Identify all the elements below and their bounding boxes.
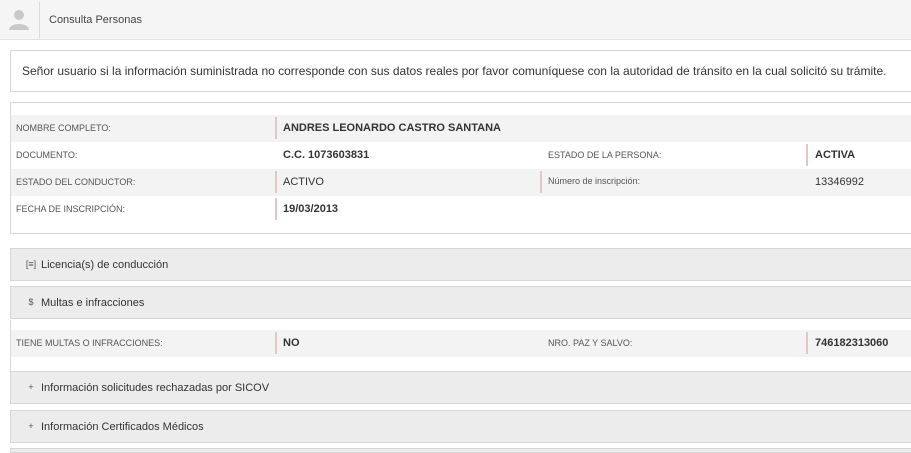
fines-panel-header[interactable]: $ Multas e infracciones xyxy=(10,286,911,319)
info-row-registration-date: FECHA DE INSCRIPCIÓN: 19/03/2013 xyxy=(11,196,911,223)
page-title: Consulta Personas xyxy=(49,14,142,26)
person-status-label: ESTADO DE LA PERSONA: xyxy=(548,150,662,160)
clearance-value: 746182313060 xyxy=(815,337,889,349)
notice-text: Señor usuario si la información suminist… xyxy=(22,64,887,78)
person-info-panel: NOMBRE COMPLETO: ANDRES LEONARDO CASTRO … xyxy=(10,102,911,234)
info-row-name: NOMBRE COMPLETO: ANDRES LEONARDO CASTRO … xyxy=(11,115,911,142)
header-divider xyxy=(39,2,40,38)
value-marker xyxy=(275,198,277,220)
driver-status-label: ESTADO DEL CONDUCTOR: xyxy=(16,177,136,187)
medical-panel-header[interactable]: + Información Certificados Médicos xyxy=(10,410,911,443)
registration-number-label: Número de inscripción: xyxy=(548,176,641,186)
notice-box: Señor usuario si la información suminist… xyxy=(10,50,911,92)
value-marker xyxy=(275,332,277,354)
clearance-label: NRO. PAZ Y SALVO: xyxy=(548,338,633,348)
sicov-panel-title: Información solicitudes rechazadas por S… xyxy=(41,382,270,394)
has-fines-value: NO xyxy=(283,337,300,349)
sicov-panel-header[interactable]: + Información solicitudes rechazadas por… xyxy=(10,371,911,404)
licenses-panel-title: Licencia(s) de conducción xyxy=(41,259,169,271)
value-marker xyxy=(275,117,277,139)
next-panel-header[interactable] xyxy=(10,448,911,453)
medical-panel-title: Información Certificados Médicos xyxy=(41,421,204,433)
dollar-icon: $ xyxy=(28,297,34,307)
registration-date-label: FECHA DE INSCRIPCIÓN: xyxy=(16,204,126,214)
document-value: C.C. 1073603831 xyxy=(283,149,370,161)
value-marker xyxy=(806,332,808,354)
fines-row: TIENE MULTAS O INFRACCIONES: NO NRO. PAZ… xyxy=(11,330,911,357)
driver-status-value: ACTIVO xyxy=(283,176,324,188)
fines-panel-title: Multas e infracciones xyxy=(41,297,145,309)
fines-panel-body: TIENE MULTAS O INFRACCIONES: NO NRO. PAZ… xyxy=(10,320,911,372)
licenses-panel-header[interactable]: [≡] Licencia(s) de conducción xyxy=(10,248,911,281)
license-icon: [≡] xyxy=(25,259,37,269)
value-marker xyxy=(806,144,808,166)
info-row-document: DOCUMENTO: C.C. 1073603831 ESTADO DE LA … xyxy=(11,142,911,169)
plus-icon: + xyxy=(28,421,34,431)
info-row-driver: ESTADO DEL CONDUCTOR: ACTIVO Número de i… xyxy=(11,169,911,196)
value-marker xyxy=(275,171,277,193)
user-icon xyxy=(9,10,29,30)
full-name-label: NOMBRE COMPLETO: xyxy=(16,123,111,133)
top-bar: Consulta Personas xyxy=(0,0,911,40)
person-status-value: ACTIVA xyxy=(815,149,856,161)
registration-number-value: 13346992 xyxy=(815,176,864,188)
plus-icon: + xyxy=(28,382,34,392)
has-fines-label: TIENE MULTAS O INFRACCIONES: xyxy=(16,338,163,348)
document-label: DOCUMENTO: xyxy=(16,150,78,160)
value-marker xyxy=(540,171,542,193)
registration-date-value: 19/03/2013 xyxy=(283,203,339,215)
full-name-value: ANDRES LEONARDO CASTRO SANTANA xyxy=(283,122,501,134)
